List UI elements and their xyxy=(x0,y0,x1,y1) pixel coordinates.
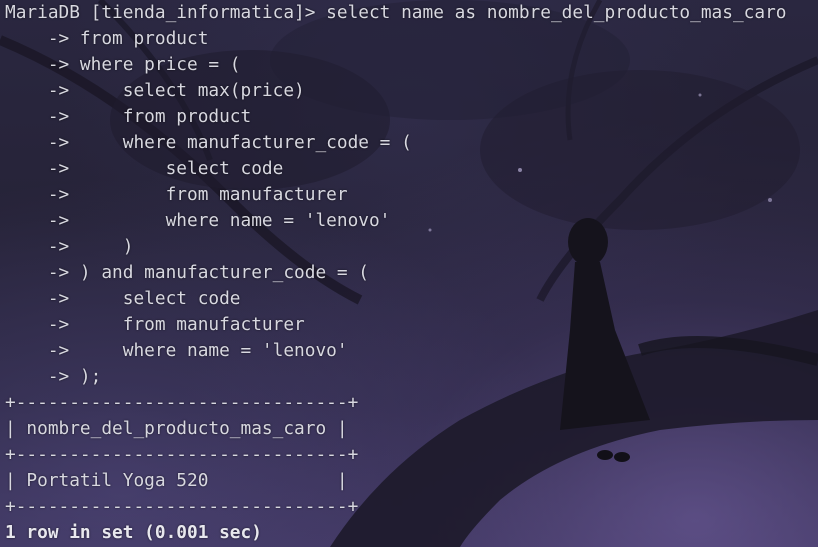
result-summary: 1 row in set (0.001 sec) xyxy=(5,522,262,543)
query-line: -> select code xyxy=(5,158,284,179)
query-line: -> from manufacturer xyxy=(5,184,348,205)
terminal-window[interactable]: MariaDB [tienda_informatica]> select nam… xyxy=(0,0,818,547)
query-line: -> where name = 'lenovo' xyxy=(5,340,348,361)
table-border: +-------------------------------+ xyxy=(5,496,359,517)
table-border: +-------------------------------+ xyxy=(5,392,359,413)
query-line: -> select code xyxy=(5,288,241,309)
query-line: -> from product xyxy=(5,28,209,49)
query-line: -> ) and manufacturer_code = ( xyxy=(5,262,369,283)
query-line: -> where name = 'lenovo' xyxy=(5,210,391,231)
table-border: +-------------------------------+ xyxy=(5,444,359,465)
table-row: | Portatil Yoga 520 | xyxy=(5,470,348,491)
query-line: -> where price = ( xyxy=(5,54,241,75)
prompt-line: MariaDB [tienda_informatica]> select nam… xyxy=(5,2,787,23)
query-line: -> from manufacturer xyxy=(5,314,305,335)
table-header: | nombre_del_producto_mas_caro | xyxy=(5,418,348,439)
query-line: -> ); xyxy=(5,366,102,387)
query-line: -> ) xyxy=(5,236,134,257)
terminal-output[interactable]: MariaDB [tienda_informatica]> select nam… xyxy=(5,0,786,546)
query-line: -> select max(price) xyxy=(5,80,305,101)
query-line: -> from product xyxy=(5,106,252,127)
query-line: -> where manufacturer_code = ( xyxy=(5,132,412,153)
